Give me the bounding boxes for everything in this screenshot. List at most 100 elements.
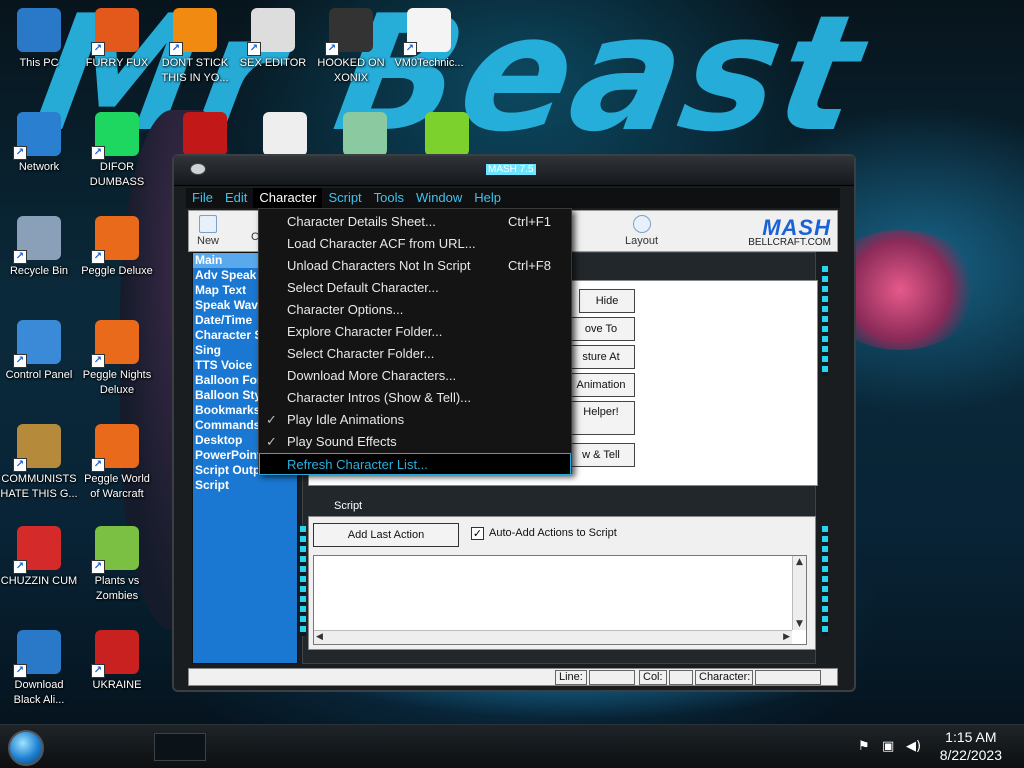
- desktop-icon-label: Recycle Bin: [9, 265, 69, 277]
- desktop-icon[interactable]: [326, 112, 404, 156]
- tray-volume-icon[interactable]: ◀): [906, 739, 922, 755]
- tray-network-icon[interactable]: ▣: [882, 739, 898, 755]
- script-panel-title: Script: [334, 500, 363, 512]
- menu-window[interactable]: Window: [410, 188, 468, 208]
- move-to-button[interactable]: ove To: [567, 317, 635, 341]
- desktop-icon[interactable]: ↗ FURRY FUX: [78, 8, 156, 71]
- new-label: New: [197, 235, 220, 247]
- character-menu-item[interactable]: Select Default Character...: [259, 277, 571, 299]
- desktop-icon[interactable]: ↗ Control Panel: [0, 320, 78, 383]
- desktop-icon[interactable]: ↗ Network: [0, 112, 78, 175]
- menu-edit[interactable]: Edit: [219, 188, 253, 208]
- sidebar-item[interactable]: Script: [193, 478, 297, 493]
- menu-item-shortcut: Ctrl+F8: [508, 258, 551, 273]
- desktop-icon[interactable]: ↗ VM0Technic...: [390, 8, 468, 71]
- scroll-right-icon[interactable]: ▶: [783, 632, 790, 642]
- desktop-icon[interactable]: ↗ HOOKED ON XONIX: [312, 8, 390, 86]
- add-last-action-button[interactable]: Add Last Action: [313, 523, 459, 547]
- shortcut-arrow-icon: ↗: [91, 664, 105, 678]
- clock-date: 8/22/2023: [939, 747, 1002, 763]
- character-menu-item[interactable]: Character Details Sheet... Ctrl+F1: [259, 211, 571, 233]
- desktop-icon[interactable]: ↗ UKRAINE: [78, 630, 156, 693]
- desktop-icon[interactable]: ↗ Recycle Bin: [0, 216, 78, 279]
- tray-clock[interactable]: 1:15 AM 8/22/2023: [940, 728, 1002, 764]
- peggle-nights-icon: ↗: [91, 320, 139, 368]
- window-titlebar[interactable]: MASH 7.5: [174, 156, 854, 186]
- logo-subtext: BELLCRAFT.COM: [748, 237, 831, 248]
- desktop-icon-label: DONT STICK THIS IN YO...: [161, 57, 229, 84]
- desktop-icon-label: Peggle Nights Deluxe: [82, 369, 152, 396]
- menu-item-label: Select Character Folder...: [287, 346, 435, 361]
- hide-button[interactable]: Hide: [579, 289, 635, 313]
- menu-item-label: Load Character ACF from URL...: [287, 236, 476, 251]
- character-menu-item[interactable]: Select Character Folder...: [259, 343, 571, 365]
- desktop-icon[interactable]: ↗ SEX EDITOR: [234, 8, 312, 71]
- window-title: MASH 7.5: [486, 164, 536, 175]
- menu-help[interactable]: Help: [468, 188, 507, 208]
- shortcut-arrow-icon: ↗: [91, 146, 105, 160]
- desktop-icon[interactable]: ↗ DIFOR DUMBASS: [78, 112, 156, 190]
- menu-item-label: Character Details Sheet...: [287, 214, 436, 229]
- desktop-icon[interactable]: ↗ Download Black Ali...: [0, 630, 78, 708]
- character-menu-item[interactable]: ✓ Play Sound Effects: [259, 431, 571, 453]
- new-button[interactable]: New: [197, 215, 219, 247]
- character-menu-item[interactable]: Explore Character Folder...: [259, 321, 571, 343]
- left-rail: [300, 526, 306, 636]
- desktop-icon[interactable]: ↗ Peggle Deluxe: [78, 216, 156, 279]
- desktop-icon[interactable]: ↗ COMMUNISTS HATE THIS G...: [0, 424, 78, 502]
- clock-time: 1:15 AM: [945, 729, 997, 745]
- xonix-icon: ↗: [325, 8, 373, 56]
- desktop-icon[interactable]: ↗ DONT STICK THIS IN YO...: [156, 8, 234, 86]
- start-button[interactable]: [8, 730, 44, 766]
- character-menu-item[interactable]: Character Options...: [259, 299, 571, 321]
- desktop-icon[interactable]: This PC: [0, 8, 78, 71]
- desktop-icon[interactable]: ↗ Peggle Nights Deluxe: [78, 320, 156, 398]
- vlc-icon: ↗: [169, 8, 217, 56]
- spotify-icon: ↗: [91, 112, 139, 160]
- desktop-icon[interactable]: [246, 112, 324, 156]
- globe-download-icon: ↗: [13, 630, 61, 678]
- character-menu-item[interactable]: Unload Characters Not In Script Ctrl+F8: [259, 255, 571, 277]
- scroll-left-icon[interactable]: ◀: [316, 632, 323, 642]
- script-editor[interactable]: ▲ ▼ ◀ ▶: [313, 555, 807, 645]
- layout-button[interactable]: Layout: [625, 215, 658, 247]
- auto-add-checkbox[interactable]: ✓: [471, 527, 484, 540]
- limewire-icon: [425, 112, 469, 156]
- helper-button[interactable]: Helper!: [567, 401, 635, 435]
- window-menu-knob-icon[interactable]: [190, 163, 206, 175]
- character-menu-item[interactable]: Refresh Character List...: [259, 453, 571, 475]
- chuzzle-icon: ↗: [13, 526, 61, 574]
- auto-add-label: Auto-Add Actions to Script: [489, 527, 617, 539]
- tray-flag-icon[interactable]: ⚑: [858, 739, 874, 755]
- animation-button[interactable]: Animation: [567, 373, 635, 397]
- character-menu-item[interactable]: Download More Characters...: [259, 365, 571, 387]
- scroll-up-icon[interactable]: ▲: [796, 557, 803, 567]
- script-vertical-scrollbar[interactable]: ▲ ▼: [792, 556, 806, 630]
- menu-file[interactable]: File: [186, 188, 219, 208]
- gesture-at-button[interactable]: sture At: [567, 345, 635, 369]
- taskbar-app-mash[interactable]: [154, 733, 206, 761]
- status-line-value: [589, 670, 635, 685]
- character-menu-item[interactable]: ✓ Play Idle Animations: [259, 409, 571, 431]
- desktop-icon[interactable]: ↗ Peggle World of Warcraft: [78, 424, 156, 502]
- shortcut-arrow-icon: ↗: [91, 354, 105, 368]
- script-horizontal-scrollbar[interactable]: ◀ ▶: [314, 630, 792, 644]
- desktop-icon[interactable]: ↗ CHUZZIN CUM: [0, 526, 78, 589]
- menu-item-label: Unload Characters Not In Script: [287, 258, 471, 273]
- menu-tools[interactable]: Tools: [368, 188, 410, 208]
- shortcut-arrow-icon: ↗: [13, 354, 27, 368]
- status-character-value: [755, 670, 821, 685]
- character-menu-dropdown: Character Details Sheet... Ctrl+F1 Load Ch…: [258, 208, 572, 475]
- pvz-icon: ↗: [91, 526, 139, 574]
- menu-character[interactable]: Character: [253, 188, 323, 208]
- menu-bar: File Edit Character Script Tools Window …: [186, 188, 840, 208]
- character-menu-item[interactable]: Load Character ACF from URL...: [259, 233, 571, 255]
- desktop-icon[interactable]: ↗ Plants vs Zombies: [78, 526, 156, 604]
- character-menu-item[interactable]: Character Intros (Show & Tell)...: [259, 387, 571, 409]
- menu-script[interactable]: Script: [322, 188, 367, 208]
- shortcut-arrow-icon: ↗: [169, 42, 183, 56]
- desktop-icon[interactable]: [408, 112, 486, 156]
- show-tell-button[interactable]: w & Tell: [567, 443, 635, 467]
- desktop-icon[interactable]: [166, 112, 244, 156]
- scroll-down-icon[interactable]: ▼: [796, 619, 803, 629]
